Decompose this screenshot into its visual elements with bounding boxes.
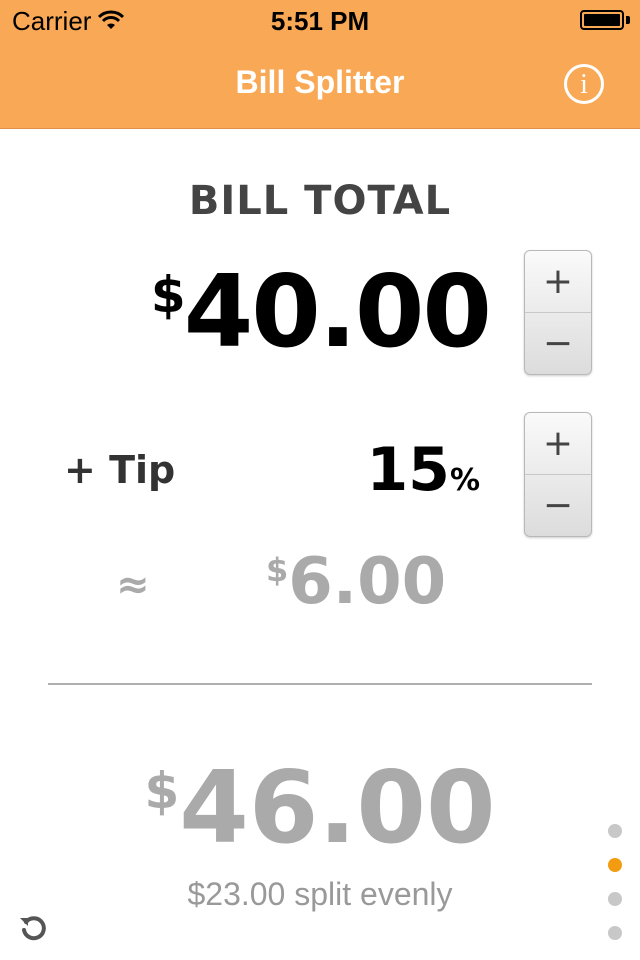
tip-decrement-button[interactable]: − [525,474,591,536]
nav-title: Bill Splitter [235,64,405,100]
bill-stepper[interactable]: + − [524,250,592,375]
bill-amount: $40.00 [150,262,492,362]
page-dot-3[interactable] [608,892,622,906]
battery-tip [626,16,630,24]
total-currency-symbol: $ [144,762,180,820]
tip-label: + Tip [64,448,176,492]
bill-currency-symbol: $ [150,266,186,324]
navigation-bar: Bill Splitter i [0,40,640,129]
bill-total-label: BILL TOTAL [188,178,452,224]
tip-percent-value: 15 [366,435,450,505]
split-text: $23.00 split evenly [187,876,453,912]
tip-percent-symbol: % [449,463,480,498]
tip-stepper[interactable]: + − [524,412,592,537]
tip-increment-button[interactable]: + [525,413,591,474]
status-bar: Carrier 5:51 PM [0,0,640,40]
battery-icon [580,10,624,30]
page-dot-1[interactable] [608,824,622,838]
total-amount: $46.00 [0,758,640,858]
bill-amount-value: 40.00 [183,253,492,370]
info-icon[interactable]: i [564,64,604,104]
tip-percent: 15% [366,440,480,500]
bill-increment-button[interactable]: + [525,251,591,312]
page-control[interactable] [606,824,624,960]
status-time: 5:51 PM [270,6,370,36]
tip-amount: $6.00 [266,550,446,614]
refresh-icon[interactable] [18,912,50,944]
total-amount-value: 46.00 [179,749,496,866]
bill-decrement-button[interactable]: − [525,312,591,374]
tip-currency-symbol: $ [266,551,289,589]
divider [48,683,592,685]
tip-amount-value: 6.00 [288,545,447,619]
page-dot-4[interactable] [608,926,622,940]
page-dot-2[interactable] [608,858,622,872]
approx-symbol: ≈ [116,562,150,608]
